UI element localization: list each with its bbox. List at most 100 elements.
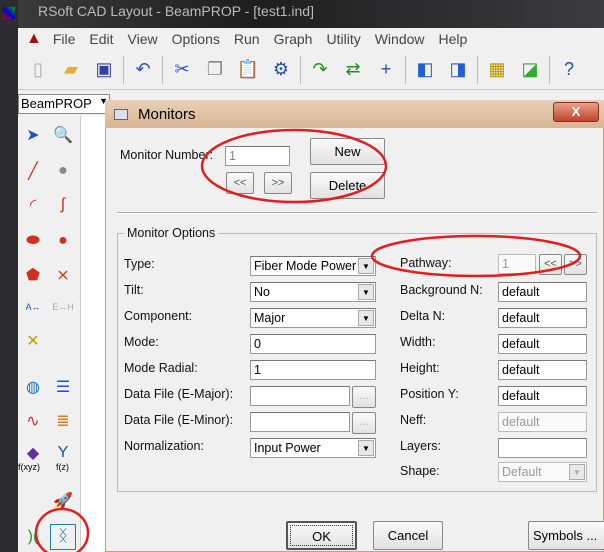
data-file-input[interactable]: [250, 412, 350, 432]
option-input[interactable]: default: [498, 386, 587, 406]
field-label: Neff:: [400, 413, 427, 427]
field-label: Normalization:: [124, 439, 204, 453]
shape-tool-icon[interactable]: ●: [50, 158, 76, 184]
field-label: Tilt:: [124, 283, 144, 297]
option-select[interactable]: Fiber Mode Power ▼: [250, 256, 376, 276]
chevron-down-icon: ▼: [358, 310, 374, 326]
symbols-button[interactable]: Symbols ...: [528, 521, 604, 550]
line-tool-icon[interactable]: ╱: [20, 158, 46, 184]
browse-button[interactable]: ...: [352, 386, 376, 408]
monitor-tool-icon[interactable]: ᛝ: [50, 524, 76, 550]
duplicate-icon[interactable]: ⚙: [267, 56, 295, 84]
ok-button[interactable]: OK: [286, 521, 357, 550]
exh-icon[interactable]: E↔H: [50, 294, 76, 320]
globe-icon[interactable]: ◍: [20, 374, 46, 400]
rotate-icon[interactable]: ↷: [306, 56, 334, 84]
menu-run[interactable]: Run: [227, 31, 267, 47]
browse-button[interactable]: ...: [352, 412, 376, 434]
option-input[interactable]: default: [498, 308, 587, 328]
field-label: Width:: [400, 335, 436, 349]
delete-button[interactable]: Delete: [310, 172, 385, 199]
select-value: Fiber Mode Power: [254, 259, 357, 273]
back-icon[interactable]: ◨: [444, 56, 472, 84]
app-title: RSoft CAD Layout - BeamPROP - [test1.ind…: [38, 3, 314, 19]
app-icon: [3, 7, 15, 19]
next-monitor-button[interactable]: >>: [264, 172, 292, 194]
taper-icon[interactable]: ⬬: [20, 228, 46, 254]
sphere-icon[interactable]: ●: [50, 228, 76, 254]
pathway-next-button[interactable]: >>: [564, 254, 587, 275]
menu-edit[interactable]: Edit: [82, 31, 120, 47]
monitor-number-input[interactable]: 1: [225, 146, 290, 166]
menu-help[interactable]: Help: [432, 31, 475, 47]
new-button[interactable]: New: [310, 138, 385, 165]
option-input[interactable]: default: [498, 412, 587, 432]
chevron-down-icon: ▼: [569, 464, 585, 480]
chevron-down-icon: ▼: [358, 284, 374, 300]
add-segment-icon[interactable]: +: [372, 56, 400, 84]
option-input[interactable]: default: [498, 282, 587, 302]
rocket-icon[interactable]: 🚀: [50, 488, 76, 514]
save-icon[interactable]: ▣: [90, 56, 118, 84]
help-icon[interactable]: ?: [555, 56, 583, 84]
text-edit-icon[interactable]: A↔: [20, 294, 46, 320]
cut-icon[interactable]: ✂: [168, 56, 196, 84]
arc-tool-icon[interactable]: ◜: [20, 192, 46, 218]
menu-graph[interactable]: Graph: [267, 31, 320, 47]
open-folder-icon[interactable]: ▰: [57, 56, 85, 84]
program-select[interactable]: BeamPROP ▼: [18, 94, 110, 114]
new-file-icon[interactable]: ▯: [24, 56, 52, 84]
option-select[interactable]: No ▼: [250, 282, 376, 302]
copy-icon[interactable]: ❐: [201, 56, 229, 84]
tool-palette: ➤ 🔍 ╱ ● ◜ ∫ ⬬ ● ⬟ ⨯ A↔ E↔H ✕ ◍ ☰ ∿ ≣ ◆ Y…: [18, 116, 80, 552]
pathway-label: Pathway:: [400, 256, 452, 270]
cross-icon[interactable]: ⨯: [50, 262, 76, 288]
ruler-icon[interactable]: ▦: [483, 56, 511, 84]
front-icon[interactable]: ◧: [411, 56, 439, 84]
cancel-button[interactable]: Cancel: [373, 521, 443, 550]
undo-icon[interactable]: ↶: [129, 56, 157, 84]
pathway-prev-button[interactable]: <<: [539, 254, 562, 275]
option-select[interactable]: Input Power ▼: [250, 438, 376, 458]
shape-label: Shape:: [400, 464, 440, 478]
pathway-input[interactable]: 1: [498, 254, 536, 274]
option-input[interactable]: [498, 438, 587, 458]
menu-utility[interactable]: Utility: [319, 31, 367, 47]
field-label: Mode:: [124, 335, 159, 349]
option-input[interactable]: default: [498, 334, 587, 354]
list-icon[interactable]: ☰: [50, 374, 76, 400]
menu-window[interactable]: Window: [368, 31, 432, 47]
mode-plot-icon[interactable]: ∿: [20, 408, 46, 434]
shape-select[interactable]: Default ▼: [498, 462, 587, 482]
paste-icon[interactable]: 📋: [234, 56, 262, 84]
select-arrow-icon[interactable]: ➤: [20, 122, 46, 148]
field-label: Delta N:: [400, 309, 446, 323]
program-value: BeamPROP: [21, 96, 92, 111]
select-value: Input Power: [254, 441, 321, 455]
field-label: Component:: [124, 309, 193, 323]
chevron-down-icon: ▼: [358, 258, 374, 274]
close-button[interactable]: X: [553, 102, 599, 122]
field-label: Height:: [400, 361, 440, 375]
menu-view[interactable]: View: [121, 31, 165, 47]
polygon-icon[interactable]: ⬟: [20, 262, 46, 288]
menu-file[interactable]: File: [46, 31, 83, 47]
toolbar: ▯ ▰ ▣ ↶ ✂ ❐ 📋 ⚙ ↷ ⇄ + ◧ ◨ ▦ ◪ ?: [18, 50, 604, 90]
option-select[interactable]: Major ▼: [250, 308, 376, 328]
menu-options[interactable]: Options: [165, 31, 227, 47]
select-value: No: [254, 285, 270, 299]
window-icon: [114, 109, 128, 120]
chevron-down-icon: ▼: [358, 440, 374, 456]
prev-monitor-button[interactable]: <<: [226, 172, 254, 194]
layers-icon[interactable]: ≣: [50, 408, 76, 434]
zoom-icon[interactable]: 🔍: [50, 122, 76, 148]
option-input[interactable]: default: [498, 360, 587, 380]
option-input[interactable]: 0: [250, 334, 376, 354]
data-file-input[interactable]: [250, 386, 350, 406]
s-bend-icon[interactable]: ∫: [50, 192, 76, 218]
wand-icon[interactable]: ✕: [20, 328, 46, 354]
mirror-icon[interactable]: ⇄: [339, 56, 367, 84]
option-input[interactable]: 1: [250, 360, 376, 380]
coupler-icon[interactable]: )(: [20, 524, 46, 550]
graph-icon[interactable]: ◪: [516, 56, 544, 84]
